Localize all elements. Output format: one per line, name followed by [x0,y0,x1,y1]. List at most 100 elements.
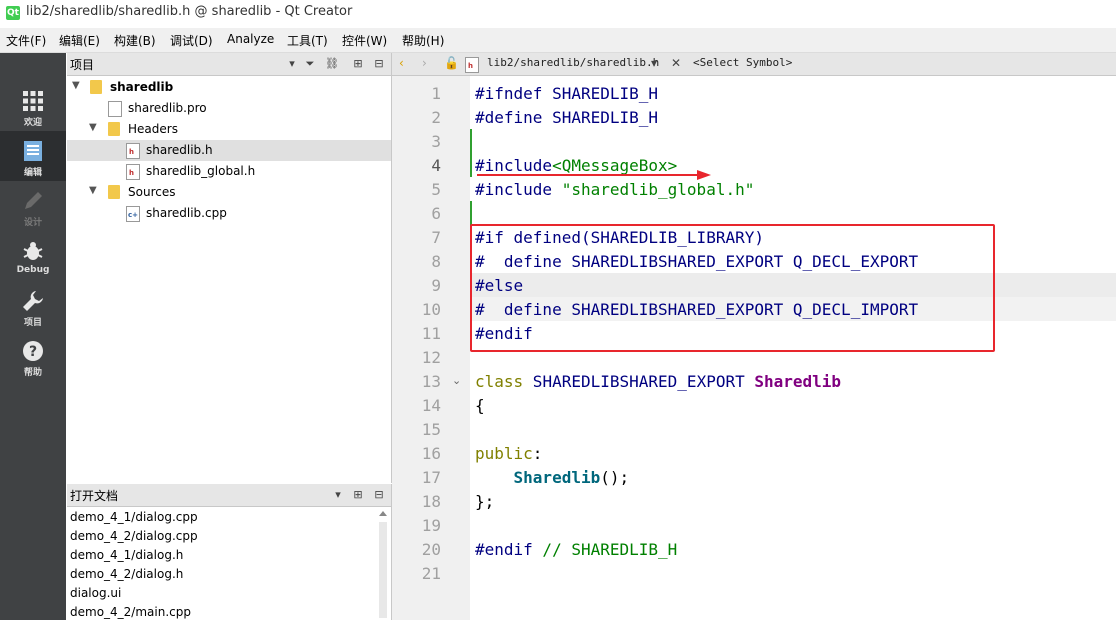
annotation-arrow [477,170,711,180]
mode-help[interactable]: ? 帮助 [0,331,66,381]
open-doc-item[interactable]: demo_4_2/dialog.cpp [70,529,198,543]
open-doc-item[interactable]: demo_4_1/dialog.cpp [70,510,198,524]
menu-tools[interactable]: 工具(T) [287,32,328,49]
panel-title: 打开文档 [70,489,119,503]
project-panel: 项目 ▾ ⏷ ⛓ ⊞ ⊟ ▼ sharedlib sharedlib.pro ▼… [67,53,392,483]
mode-label: Debug [16,265,50,275]
folder-icon [108,185,120,199]
back-arrow-icon[interactable]: ‹ [399,56,404,70]
view-dropdown-icon[interactable]: ▾ [331,488,345,502]
code-token: SHAREDLIB_H [542,84,659,103]
symbol-selector[interactable]: <Select Symbol> [693,56,792,69]
mode-design[interactable]: 设计 [0,181,66,231]
open-doc-item[interactable]: demo_4_2/dialog.h [70,567,183,581]
code-token: : [532,444,543,463]
menu-bar: 文件(F) 编辑(E) 构建(B) 调试(D) Analyze 工具(T) 控件… [0,28,1116,53]
document-selector[interactable]: lib2/sharedlib/sharedlib.h [487,56,659,69]
line-number: 6 [431,204,441,223]
open-doc-item[interactable]: demo_4_1/dialog.h [70,548,183,562]
menu-edit[interactable]: 编辑(E) [59,32,100,49]
menu-file[interactable]: 文件(F) [6,32,46,49]
line-number: 3 [431,132,441,151]
mode-debug[interactable]: Debug [0,231,66,281]
tree-item-sharedlib-cpp[interactable]: c+ sharedlib.cpp [67,203,391,224]
line-number: 7 [431,228,441,247]
header-file-icon: h [465,57,479,73]
header-file-icon: h [126,143,140,159]
tree-item-headers[interactable]: ▼ Headers [67,119,391,140]
mode-edit[interactable]: 编辑 [0,131,66,181]
menu-debug[interactable]: 调试(D) [170,32,213,49]
tree-item-pro-file[interactable]: sharedlib.pro [67,98,391,119]
menu-widgets[interactable]: 控件(W) [342,32,387,49]
menu-analyze[interactable]: Analyze [227,32,274,46]
tree-item-sources[interactable]: ▼ Sources [67,182,391,203]
window-title: lib2/sharedlib/sharedlib.h @ sharedlib -… [26,4,353,19]
menu-help[interactable]: 帮助(H) [402,32,444,49]
header-file-icon: h [126,164,140,180]
fold-marker-icon[interactable]: ⌄ [452,374,461,387]
open-doc-item[interactable]: dialog.ui [70,586,121,600]
line-number: 21 [421,564,441,583]
code-line: public: [475,444,542,463]
line-number: 5 [431,180,441,199]
edit-doc-icon [24,141,42,161]
expand-arrow-icon[interactable]: ▼ [72,80,80,91]
tree-item-label: sharedlib.pro [128,101,207,115]
folder-icon [108,122,120,136]
qt-logo-icon: Qt [6,6,20,20]
line-number: 2 [431,108,441,127]
tree-item-label: Headers [128,122,178,136]
line-number: 1 [431,84,441,103]
split-icon[interactable]: ⊞ [351,57,365,71]
scrollbar[interactable] [378,510,388,620]
code-token: #include [475,180,553,199]
document-dropdown-icon[interactable]: ▾ [651,56,657,70]
line-number: 20 [421,540,441,559]
filter-icon[interactable]: ⏷ [303,57,317,71]
open-doc-item[interactable]: demo_4_2/main.cpp [70,605,191,619]
close-document-icon[interactable]: ✕ [671,56,681,70]
mode-label: 编辑 [23,168,42,178]
project-folder-icon [90,80,102,94]
code-line: class SHAREDLIBSHARED_EXPORT Sharedlib [475,372,841,391]
tree-item-sharedlib-global-h[interactable]: h sharedlib_global.h [67,161,391,182]
mode-welcome[interactable]: 欢迎 [0,81,66,131]
code-token: "sharedlib_global.h" [552,180,755,199]
tree-item-sharedlib-h[interactable]: h sharedlib.h [67,140,391,161]
mode-label: 欢迎 [23,118,42,128]
tree-item-label: Sources [128,185,176,199]
line-number: 10 [421,300,441,319]
split-icon[interactable]: ⊞ [351,488,365,502]
line-number: 11 [421,324,441,343]
forward-arrow-icon[interactable]: › [422,56,427,70]
tree-item-label: sharedlib.h [146,143,213,157]
annotation-highlight-box [470,224,995,352]
close-panel-icon[interactable]: ⊟ [372,488,386,502]
menu-build[interactable]: 构建(B) [114,32,156,49]
code-token: #endif [475,540,533,559]
code-token: SHAREDLIB_H [542,108,659,127]
link-icon[interactable]: ⛓ [325,57,339,71]
expand-arrow-icon[interactable]: ▼ [89,185,97,196]
svg-text:?: ? [29,344,37,360]
view-dropdown-icon[interactable]: ▾ [285,57,299,71]
help-icon: ? [23,341,43,361]
line-number: 19 [421,516,441,535]
mode-label: 设计 [23,218,42,228]
expand-arrow-icon[interactable]: ▼ [89,122,97,133]
wrench-icon [23,291,43,311]
code-line: { [475,396,485,415]
tree-item-label: sharedlib.cpp [146,206,227,220]
code-line: }; [475,492,495,511]
close-panel-icon[interactable]: ⊟ [372,57,386,71]
line-number: 8 [431,252,441,271]
panel-title: 项目 [70,58,95,72]
mode-label: 帮助 [23,368,42,378]
code-line: #define SHAREDLIB_H [475,108,658,127]
tree-item-project[interactable]: ▼ sharedlib [67,77,391,98]
open-documents-panel: 打开文档 ▾ ⊞ ⊟ demo_4_1/dialog.cpp demo_4_2/… [67,484,392,620]
code-token: class [475,372,524,391]
mode-projects[interactable]: 项目 [0,281,66,331]
